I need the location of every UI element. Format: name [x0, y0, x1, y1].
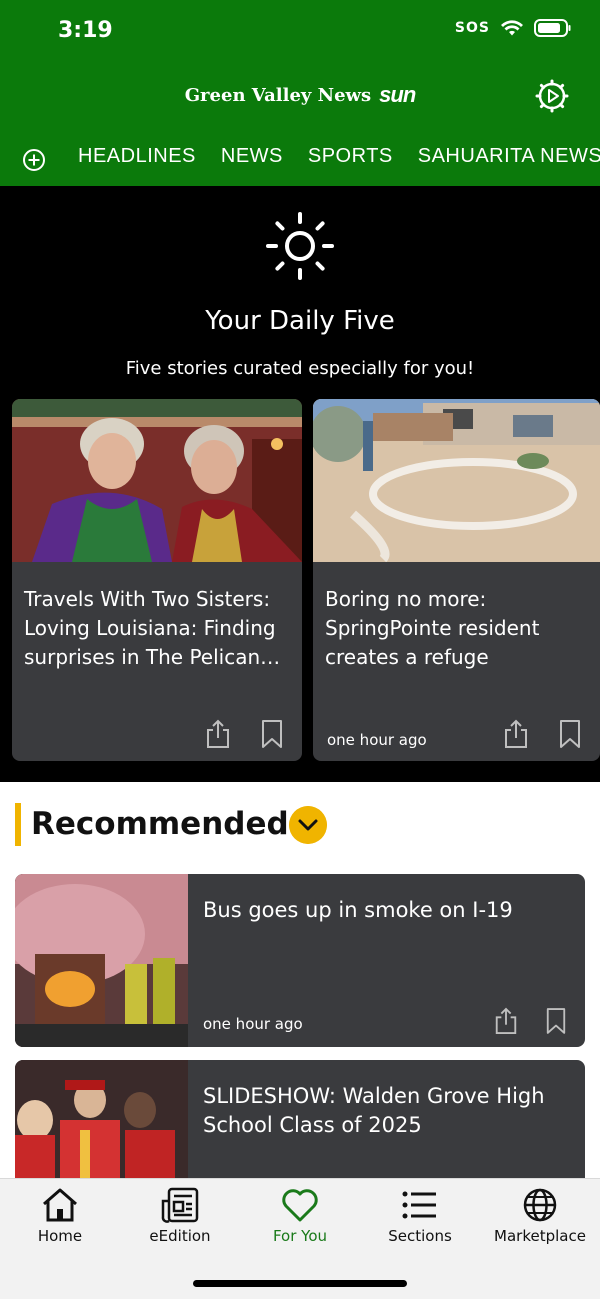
brand-sun-logo: sun [379, 82, 416, 107]
battery-icon [534, 19, 571, 37]
story-photo [15, 874, 188, 1047]
daily-five-section: Your Daily Five Five stories curated esp… [0, 186, 600, 782]
chevron-down-icon[interactable] [289, 806, 327, 844]
story-card[interactable]: Boring no more: SpringPointe resident cr… [313, 399, 600, 761]
story-title[interactable]: Travels With Two Sisters: Loving Louisia… [24, 585, 290, 672]
tab-sections[interactable]: Sections [360, 1187, 480, 1245]
tab-label: Home [37, 1227, 83, 1245]
add-section-icon[interactable] [22, 148, 46, 172]
story-title[interactable]: SLIDESHOW: Walden Grove High School Clas… [203, 1082, 569, 1140]
story-card[interactable]: Travels With Two Sisters: Loving Louisia… [12, 399, 302, 761]
daily-five-subtitle: Five stories curated especially for you! [125, 358, 475, 379]
section-nav: HEADLINES NEWS SPORTS SAHUARITA NEWS [78, 145, 600, 168]
heart-icon [282, 1189, 318, 1222]
tab-eedition[interactable]: eEdition [120, 1187, 240, 1245]
home-icon [43, 1188, 77, 1222]
sun-icon [266, 212, 334, 280]
story-title[interactable]: Bus goes up in smoke on I-19 [203, 896, 569, 925]
status-time: 3:19 [58, 18, 113, 43]
recommended-title: Recommended [31, 806, 289, 842]
story-photo [313, 399, 600, 562]
home-indicator[interactable] [193, 1280, 407, 1287]
nav-tab-sports[interactable]: SPORTS [308, 145, 393, 168]
bookmark-icon[interactable] [558, 719, 582, 749]
story-title[interactable]: Boring no more: SpringPointe resident cr… [325, 585, 588, 672]
globe-icon [523, 1188, 557, 1222]
tab-for-you[interactable]: For You [240, 1187, 360, 1245]
settings-gear-icon[interactable] [534, 78, 570, 114]
app-header: 3:19 SOS Green Valley News sun HEADLINES… [0, 0, 600, 186]
share-icon[interactable] [493, 1007, 519, 1035]
bookmark-icon[interactable] [545, 1007, 567, 1035]
tab-label: Sections [388, 1227, 452, 1245]
nav-tab-news[interactable]: NEWS [221, 145, 283, 168]
story-time: one hour ago [327, 731, 427, 749]
share-icon[interactable] [204, 719, 232, 749]
tab-label: Marketplace [494, 1227, 586, 1245]
tab-label: eEdition [149, 1227, 211, 1245]
sos-label: SOS [454, 20, 490, 36]
newspaper-icon [161, 1187, 199, 1223]
tab-home[interactable]: Home [0, 1187, 120, 1245]
list-item[interactable]: Bus goes up in smoke on I-19 one hour ag… [15, 874, 585, 1047]
wifi-icon [501, 20, 523, 36]
share-icon[interactable] [502, 719, 530, 749]
nav-tab-headlines[interactable]: HEADLINES [78, 145, 196, 168]
tab-marketplace[interactable]: Marketplace [480, 1187, 600, 1245]
recommended-accent-bar [15, 803, 21, 846]
brand-logo: Green Valley News sun [0, 82, 600, 108]
bookmark-icon[interactable] [260, 719, 284, 749]
brand-name: Green Valley News [184, 84, 372, 106]
daily-five-title: Your Daily Five [205, 306, 395, 336]
list-icon [402, 1191, 436, 1219]
nav-tab-sahuarita-news[interactable]: SAHUARITA NEWS [418, 145, 600, 168]
story-photo [12, 399, 302, 562]
story-time: one hour ago [203, 1015, 303, 1033]
status-indicators: SOS [455, 18, 572, 38]
tab-label: For You [272, 1227, 328, 1245]
